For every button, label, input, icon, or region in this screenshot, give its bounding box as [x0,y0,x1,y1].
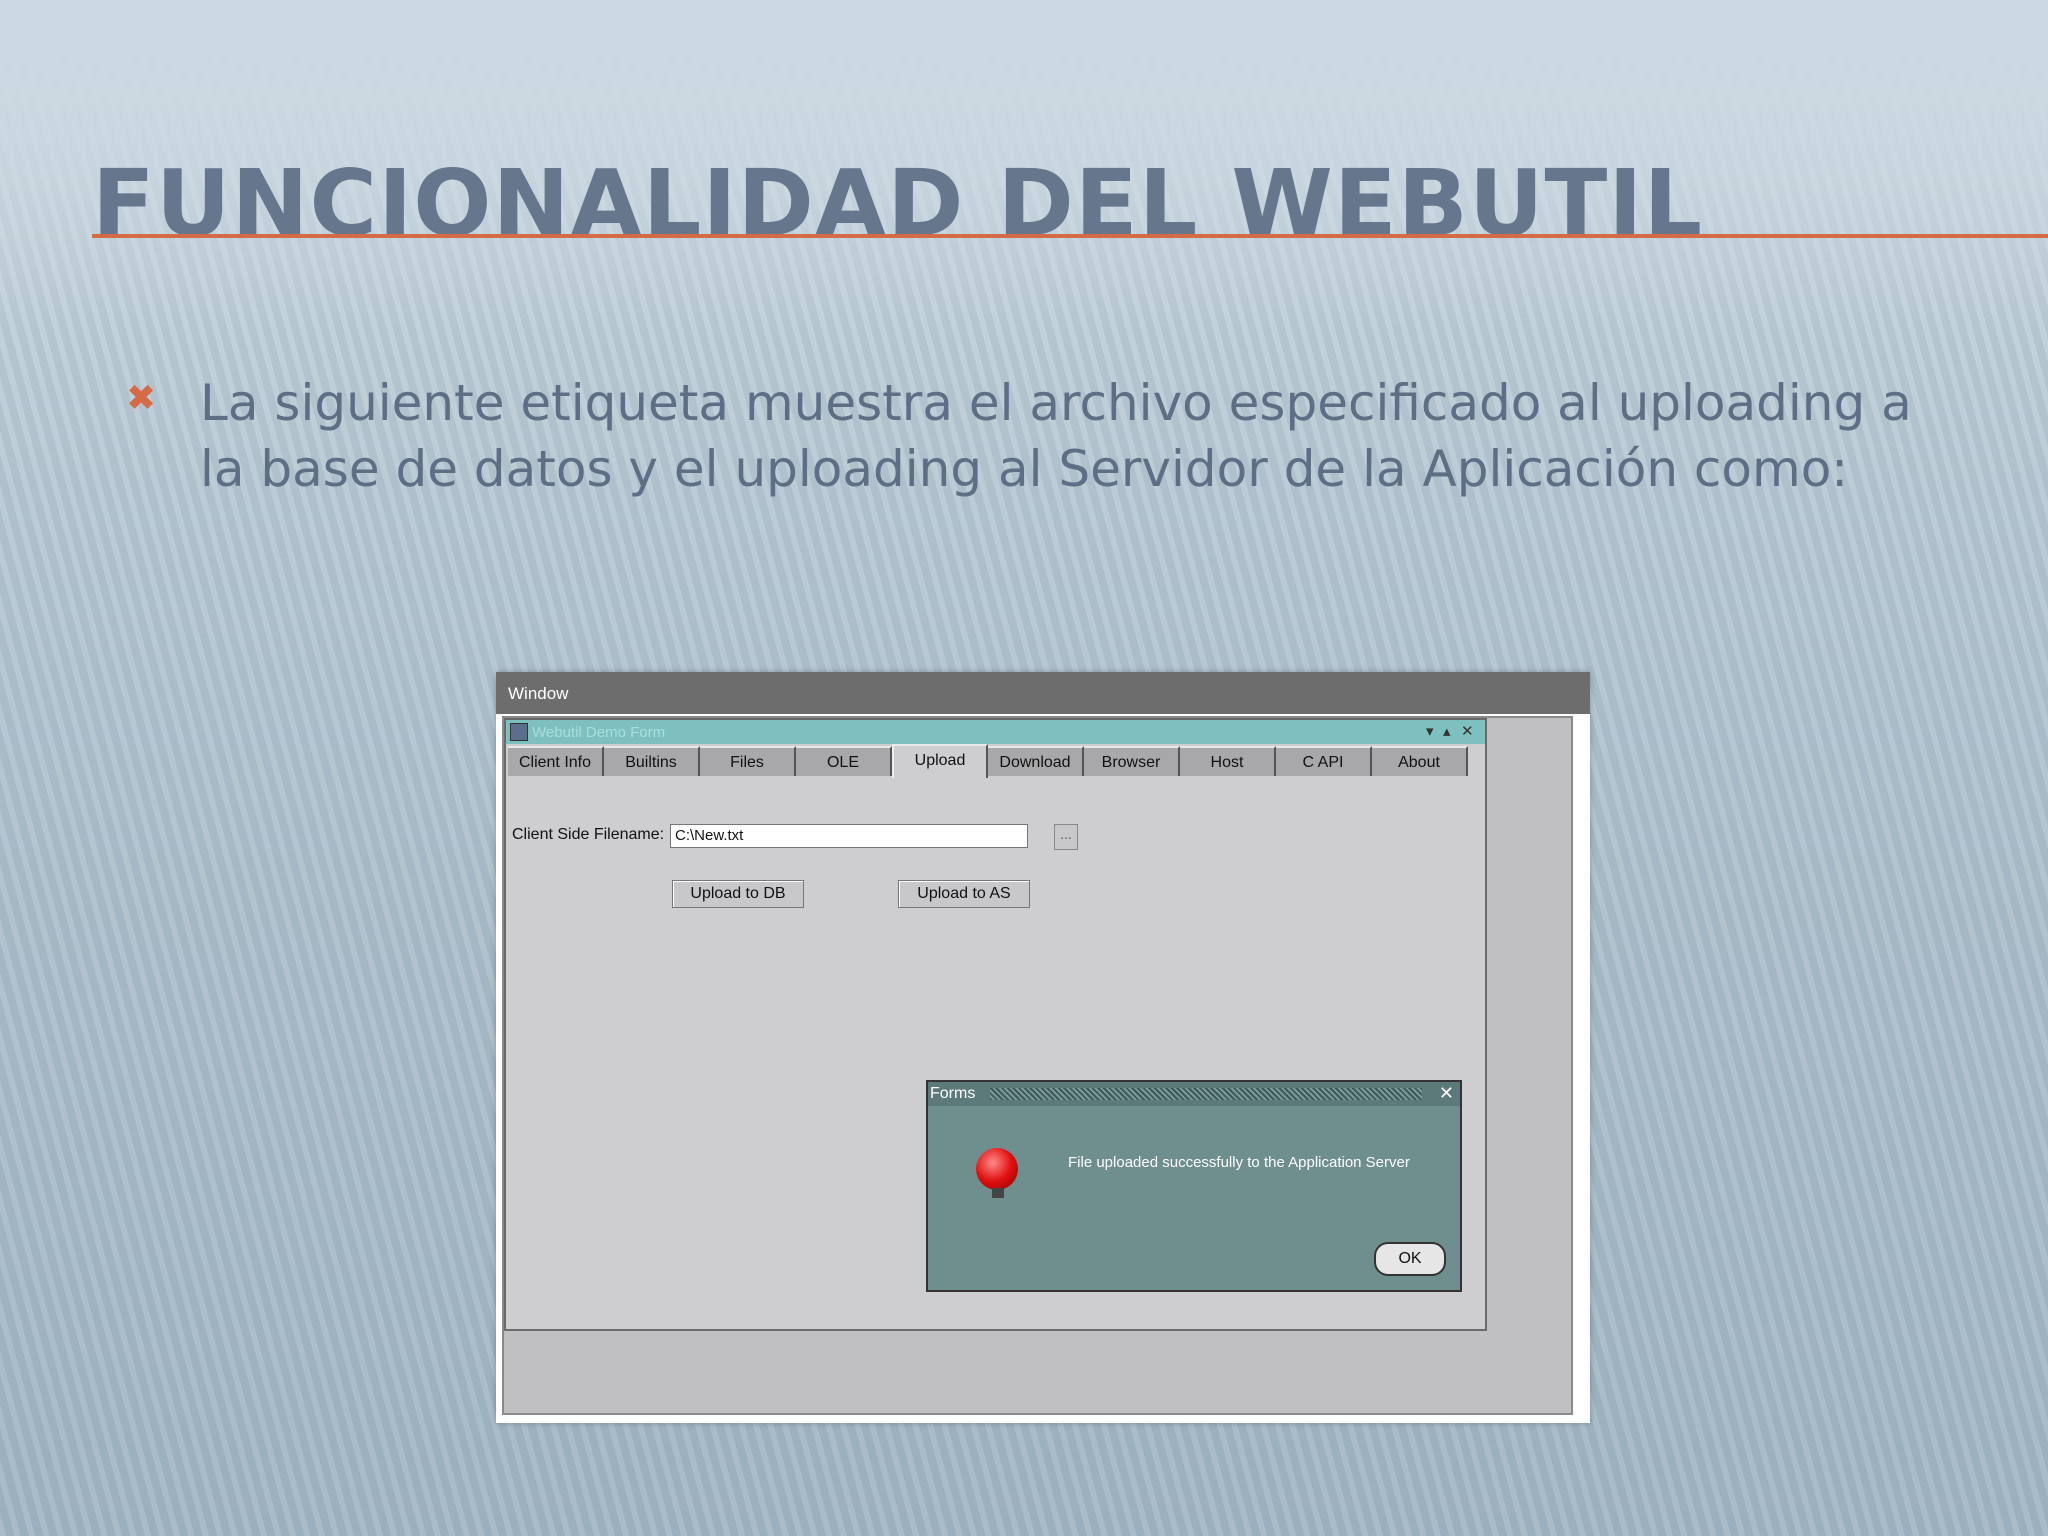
mdi-area: Webutil Demo Form ▾ ▴ ✕ Client Info Buil… [502,716,1573,1415]
tab-files[interactable]: Files [700,746,796,776]
bullet-text: La siguiente etiqueta muestra el archivo… [200,374,1912,498]
alarm-bell-icon [976,1148,1018,1190]
tab-strip: Client Info Builtins Files OLE Upload Do… [506,744,1485,778]
browse-button[interactable]: ... [1054,824,1078,850]
tab-browser[interactable]: Browser [1084,746,1180,776]
maximize-icon[interactable]: ▴ [1443,722,1451,740]
dialog-titlebar: Forms ✕ [928,1082,1460,1106]
ok-button[interactable]: OK [1374,1242,1446,1276]
tab-client-info[interactable]: Client Info [508,746,604,776]
filename-field[interactable]: C:\New.txt [670,824,1028,848]
mdi-bottom-area [504,1333,1571,1409]
tab-host[interactable]: Host [1180,746,1276,776]
dialog-titlebar-pattern [990,1088,1422,1100]
close-icon[interactable]: ✕ [1461,722,1474,740]
filename-label: Client Side Filename: [512,826,665,843]
tab-builtins[interactable]: Builtins [604,746,700,776]
x-mark-icon: ✖ [126,378,157,419]
form-title: Webutil Demo Form [532,724,666,741]
menu-window[interactable]: Window [508,684,568,704]
dialog-message: File uploaded successfully to the Applic… [1068,1154,1410,1171]
embedded-screenshot: Window Webutil Demo Form ▾ ▴ ✕ Client In… [496,672,1590,1423]
tab-c-api[interactable]: C API [1276,746,1372,776]
window-menubar: Window [496,672,1590,714]
minimize-icon[interactable]: ▾ [1426,722,1434,740]
tab-ole[interactable]: OLE [796,746,892,776]
tab-about[interactable]: About [1372,746,1468,776]
form-titlebar: Webutil Demo Form ▾ ▴ ✕ [506,720,1485,744]
upload-to-db-button[interactable]: Upload to DB [672,880,804,908]
tab-upload[interactable]: Upload [892,744,988,778]
dialog-close-icon[interactable]: ✕ [1439,1083,1454,1104]
alarm-bell-base [992,1188,1004,1198]
tab-download[interactable]: Download [988,746,1084,776]
upload-to-as-button[interactable]: Upload to AS [898,880,1030,908]
dialog-title: Forms [930,1085,976,1102]
slide-title: FUNCIONALIDAD DEL WEBUTIL [92,150,1704,257]
forms-dialog: Forms ✕ File uploaded successfully to th… [926,1080,1462,1292]
title-underline [92,234,2048,238]
form-app-icon [510,723,528,741]
